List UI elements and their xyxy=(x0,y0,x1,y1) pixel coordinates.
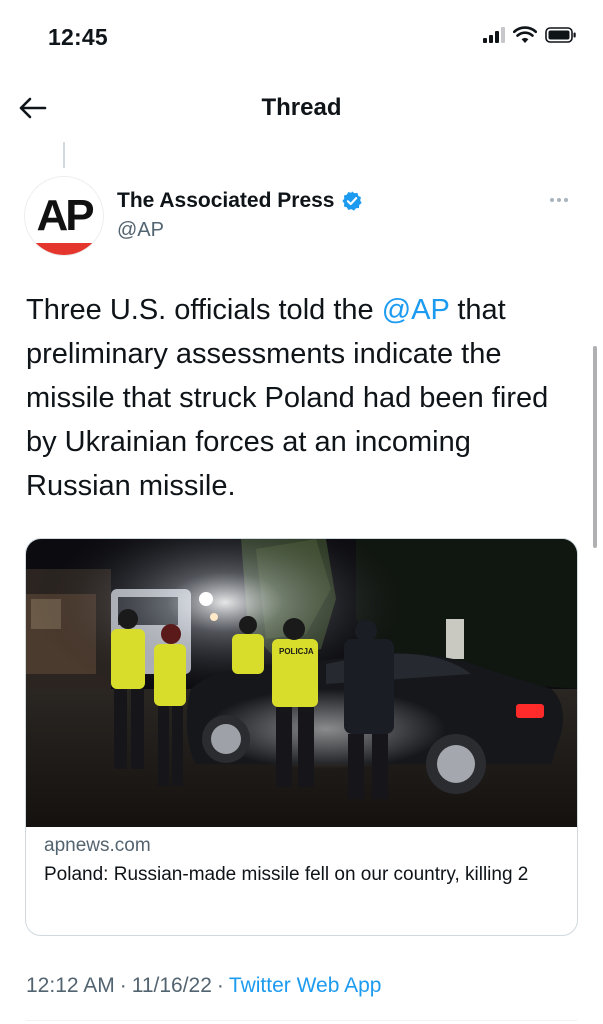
status-time: 12:45 xyxy=(48,24,108,50)
verified-badge-icon xyxy=(341,191,362,211)
mention-link[interactable]: @AP xyxy=(382,294,450,326)
link-card-title: Poland: Russian-made missile fell on our… xyxy=(44,864,529,885)
avatar[interactable]: AP xyxy=(24,176,104,256)
link-card-image: POLICJA xyxy=(26,539,577,827)
status-bar: 12:45 xyxy=(0,0,603,80)
scroll-indicator xyxy=(593,346,597,548)
tweet-time[interactable]: 12:12 AM xyxy=(26,974,115,997)
night-police-scene-image: POLICJA xyxy=(26,539,577,827)
more-options-button[interactable] xyxy=(545,190,573,210)
meta-separator: · xyxy=(119,974,127,997)
battery-icon xyxy=(545,27,576,43)
police-vest-text: POLICJA xyxy=(279,647,314,656)
author-name-row: The Associated Press xyxy=(117,189,363,213)
avatar-logo-text: AP xyxy=(36,191,94,240)
status-icons xyxy=(483,26,577,44)
divider xyxy=(26,1020,577,1021)
link-card-meta: apnews.com Poland: Russian-made missile … xyxy=(26,827,577,889)
tweet-source-link[interactable]: Twitter Web App xyxy=(229,974,382,997)
wifi-icon xyxy=(513,26,537,43)
link-card[interactable]: POLICJA apnews.com Poland: Russian-made … xyxy=(25,538,578,936)
more-horizontal-icon xyxy=(550,198,554,202)
avatar-red-stripe xyxy=(25,243,103,255)
tweet-text-before: Three U.S. officials told the xyxy=(26,294,382,326)
thread-connector-line xyxy=(63,142,65,168)
author-handle[interactable]: @AP xyxy=(117,219,164,242)
tweet-date[interactable]: 11/16/22 xyxy=(132,974,212,997)
nav-bar: Thread xyxy=(0,80,603,138)
link-card-domain: apnews.com xyxy=(44,835,151,856)
page-title: Thread xyxy=(261,94,342,121)
tweet-meta: 12:12 AM · 11/16/22 · Twitter Web App xyxy=(26,974,381,998)
tweet-text: Three U.S. officials told the @AP that p… xyxy=(26,288,578,508)
cellular-signal-icon xyxy=(483,27,505,43)
meta-separator: · xyxy=(216,974,224,997)
author-name[interactable]: The Associated Press xyxy=(117,189,335,213)
